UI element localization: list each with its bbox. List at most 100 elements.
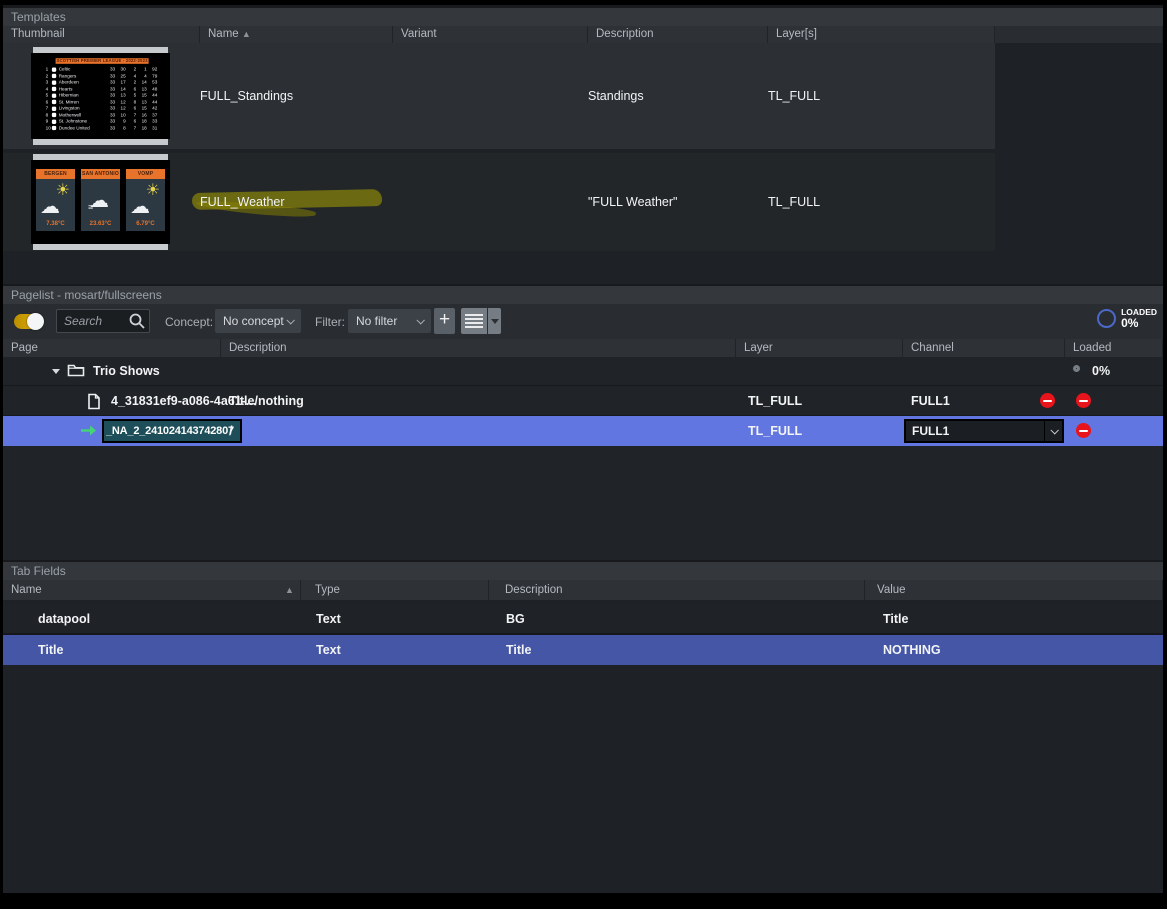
active-page-arrow-icon: [80, 424, 97, 437]
field-type: Text: [301, 612, 489, 626]
pagelist-panel-title: Pagelist - mosart/fullscreens: [3, 286, 1163, 304]
search-box: [56, 309, 150, 333]
column-header-loaded[interactable]: Loaded: [1065, 339, 1163, 357]
page-channel: FULL1: [911, 394, 950, 408]
page-icon: [87, 393, 101, 410]
filter-label: Filter:: [315, 315, 345, 329]
column-header-value[interactable]: Value: [865, 580, 1163, 600]
templates-panel: Templates Thumbnail Name ▲ Variant Descr…: [3, 8, 1163, 284]
column-header-empty: [995, 26, 1163, 43]
column-header-thumbnail[interactable]: Thumbnail: [3, 26, 200, 43]
page-row[interactable]: 4_31831ef9-a086-4a61-... Title/nothing T…: [3, 386, 1163, 416]
chevron-down-icon: [286, 316, 294, 324]
search-icon: [128, 312, 146, 330]
standings-thumb-row: 10Dundee United33871831: [37, 125, 167, 132]
sort-ascending-icon: ▲: [285, 580, 294, 600]
column-header-description[interactable]: Description: [588, 26, 768, 43]
column-header-name[interactable]: Name ▲: [200, 26, 393, 43]
folder-icon: [67, 363, 85, 378]
template-name: FULL_Standings: [200, 89, 393, 103]
tab-fields-panel-title: Tab Fields: [3, 562, 1163, 580]
template-layers: TL_FULL: [768, 195, 995, 209]
column-header-description[interactable]: Description: [221, 339, 736, 357]
pagelist-toggle-switch[interactable]: [14, 314, 43, 329]
filter-value: No filter: [356, 314, 397, 328]
concept-label: Concept:: [165, 315, 213, 329]
field-description: Title: [489, 643, 865, 657]
caret-down-icon: [491, 319, 499, 324]
column-header-layers[interactable]: Layer[s]: [768, 26, 995, 43]
field-value: NOTHING: [865, 643, 1163, 657]
remove-icon[interactable]: [1076, 423, 1091, 438]
concept-value: No concept: [223, 314, 284, 328]
tab-fields-panel: Tab Fields Name ▲ Type Description Value…: [3, 562, 1163, 893]
standings-thumbnail: SCOTTISH PREMIER LEAGUE - 2022-2023 1Cel…: [31, 47, 170, 145]
pagelist-panel: Pagelist - mosart/fullscreens Concept: N…: [3, 286, 1163, 560]
fog-lines-icon: ≡: [88, 202, 94, 212]
filter-dropdown[interactable]: No filter: [348, 309, 431, 333]
loaded-progress-ring: [1097, 309, 1116, 328]
page-layer: TL_FULL: [748, 424, 802, 438]
group-name: Trio Shows: [93, 364, 160, 378]
channel-select[interactable]: FULL1: [904, 419, 1064, 443]
add-page-button[interactable]: +: [434, 308, 455, 334]
field-type: Text: [301, 643, 489, 657]
template-layers: TL_FULL: [768, 89, 995, 103]
list-view-button[interactable]: [461, 308, 487, 334]
page-row-selected[interactable]: / TL_FULL FULL1: [3, 416, 1163, 446]
field-name: datapool: [3, 612, 301, 626]
standings-thumb-title: SCOTTISH PREMIER LEAGUE - 2022-2023: [56, 58, 149, 64]
chevron-down-icon: [1050, 426, 1058, 434]
column-header-type[interactable]: Type: [301, 580, 489, 600]
loaded-percent: 0%: [1121, 318, 1157, 329]
weather-thumb-card: VOMP☀☁6.79°C: [126, 169, 165, 231]
remove-icon[interactable]: [1076, 393, 1091, 408]
template-description: "FULL Weather": [588, 195, 768, 209]
weather-thumbnail: BERGEN☀☁7.38°CSAN ANTONIO☀☁≡23.63°CVOMP☀…: [31, 154, 170, 250]
templates-column-headers: Thumbnail Name ▲ Variant Description Lay…: [3, 26, 1163, 43]
tab-fields-column-headers: Name ▲ Type Description Value: [3, 580, 1163, 600]
template-row-full-weather[interactable]: BERGEN☀☁7.38°CSAN ANTONIO☀☁≡23.63°CVOMP☀…: [3, 153, 995, 251]
column-header-variant[interactable]: Variant: [393, 26, 588, 43]
channel-value: FULL1: [906, 424, 949, 438]
field-value: Title: [865, 612, 1163, 626]
pagelist-toolbar: Concept: No concept Filter: No filter + …: [3, 304, 1163, 339]
column-header-layer[interactable]: Layer: [736, 339, 903, 357]
template-row-full-standings[interactable]: SCOTTISH PREMIER LEAGUE - 2022-2023 1Cel…: [3, 43, 995, 149]
loaded-indicator: LOADED 0%: [1097, 307, 1157, 329]
expand-caret-icon[interactable]: [52, 369, 60, 374]
list-view-options-button[interactable]: [488, 308, 501, 334]
template-description: Standings: [588, 89, 768, 103]
group-loaded-icon: [1073, 365, 1080, 372]
templates-panel-title: Templates: [3, 8, 1163, 26]
toggle-knob: [27, 313, 44, 330]
column-header-name[interactable]: Name: [3, 580, 301, 600]
thumbnail-letterbox-bottom: [33, 139, 168, 145]
field-row-datapool[interactable]: datapool Text BG Title: [3, 605, 1163, 635]
column-header-page[interactable]: Page: [3, 339, 221, 357]
weather-thumb-card: SAN ANTONIO☀☁≡23.63°C: [81, 169, 120, 231]
page-name-edit-input[interactable]: [102, 419, 242, 443]
template-name: FULL_Weather: [200, 195, 285, 209]
field-description: BG: [489, 612, 865, 626]
application-window: Templates Thumbnail Name ▲ Variant Descr…: [3, 5, 1163, 893]
thumbnail-letterbox-bottom: [33, 244, 168, 250]
page-description: /: [229, 424, 232, 438]
concept-dropdown[interactable]: No concept: [215, 309, 301, 333]
group-loaded-percent: 0%: [1092, 364, 1110, 378]
field-row-title-selected[interactable]: Title Text Title NOTHING: [3, 635, 1163, 665]
page-layer: TL_FULL: [748, 394, 802, 408]
field-name: Title: [3, 643, 301, 657]
column-header-description[interactable]: Description: [489, 580, 865, 600]
pagelist-column-headers: Page Description Layer Channel Loaded: [3, 339, 1163, 357]
column-header-channel[interactable]: Channel: [903, 339, 1065, 357]
cloud-icon: ☁: [40, 197, 60, 217]
remove-icon[interactable]: [1040, 393, 1055, 408]
weather-thumb-card: BERGEN☀☁7.38°C: [36, 169, 75, 231]
chevron-down-icon: [416, 316, 424, 324]
group-row-trio-shows[interactable]: Trio Shows 0%: [3, 357, 1163, 386]
cloud-icon: ☁: [130, 197, 150, 217]
standings-thumb-rows: 1Celtic333021922Rangers332544793Aberdeen…: [37, 66, 167, 131]
weather-thumb-cards: BERGEN☀☁7.38°CSAN ANTONIO☀☁≡23.63°CVOMP☀…: [36, 169, 165, 231]
search-input[interactable]: [57, 314, 128, 328]
